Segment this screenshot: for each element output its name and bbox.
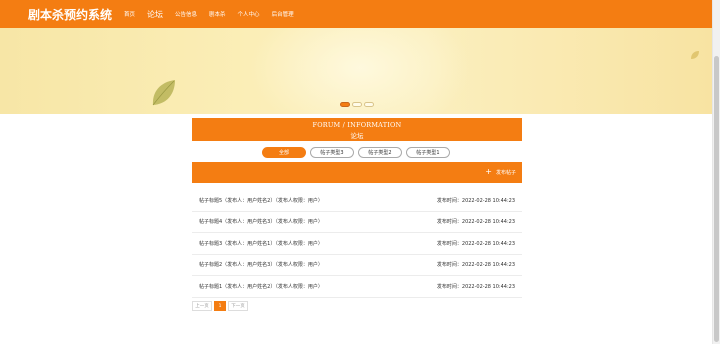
nav-forum[interactable]: 论坛 [141, 9, 169, 20]
section-header: FORUM / INFORMATION 论坛 [192, 118, 522, 141]
post-title[interactable]: 帖子标题5（发布人：用户姓名2）（发布人权限：用户） [199, 197, 323, 204]
site-brand[interactable]: 剧本杀预约系统 [28, 6, 112, 23]
post-title[interactable]: 帖子标题3（发布人：用户姓名1）（发布人权限：用户） [199, 240, 323, 247]
post-row[interactable]: 帖子标题3（发布人：用户姓名1）（发布人权限：用户） 发布时间：2022-02-… [192, 233, 522, 255]
carousel-dot-1[interactable] [340, 102, 350, 107]
post-title[interactable]: 帖子标题2（发布人：用户姓名3）（发布人权限：用户） [199, 261, 323, 268]
publish-post-button[interactable]: + 发布帖子 [485, 168, 516, 176]
top-navbar: 剧本杀预约系统 首页 论坛 公告信息 剧本杀 个人中心 后台管理 [0, 0, 712, 28]
nav-admin[interactable]: 后台管理 [266, 10, 300, 18]
post-time: 发布时间：2022-02-28 10:44:23 [436, 240, 515, 247]
section-title-cn: 论坛 [350, 132, 364, 140]
next-page-button[interactable]: 下一页 [228, 301, 248, 311]
page-1-button[interactable]: 1 [214, 301, 226, 311]
nav-home[interactable]: 首页 [118, 10, 141, 18]
post-row[interactable]: 帖子标题5（发布人：用户姓名2）（发布人权限：用户） 发布时间：2022-02-… [192, 190, 522, 212]
tab-type-1[interactable]: 帖子类型1 [406, 147, 450, 158]
page: 剧本杀预约系统 首页 论坛 公告信息 剧本杀 个人中心 后台管理 FORUM /… [0, 0, 720, 344]
scrollbar-thumb[interactable] [714, 56, 719, 342]
section-title-en: FORUM / INFORMATION [312, 121, 402, 129]
post-time: 发布时间：2022-02-28 10:44:23 [436, 219, 515, 226]
main-nav: 首页 论坛 公告信息 剧本杀 个人中心 后台管理 [118, 0, 300, 28]
nav-profile[interactable]: 个人中心 [232, 10, 266, 18]
post-time: 发布时间：2022-02-28 10:44:23 [436, 262, 515, 269]
tab-all[interactable]: 全部 [262, 147, 306, 158]
tab-type-3[interactable]: 帖子类型3 [310, 147, 354, 158]
nav-scripts[interactable]: 剧本杀 [203, 10, 232, 18]
small-leaf-decoration-icon [691, 51, 699, 59]
plus-icon: + [485, 167, 492, 176]
post-type-tabs: 全部 帖子类型3 帖子类型2 帖子类型1 [262, 147, 450, 158]
pagination: 上一页 1 下一页 [192, 301, 248, 311]
prev-page-button[interactable]: 上一页 [192, 301, 212, 311]
post-title[interactable]: 帖子标题1（发布人：用户姓名2）（发布人权限：用户） [199, 283, 323, 290]
nav-announcements[interactable]: 公告信息 [169, 10, 203, 18]
post-time: 发布时间：2022-02-28 10:44:23 [436, 283, 515, 290]
post-row[interactable]: 帖子标题4（发布人：用户姓名3）（发布人权限：用户） 发布时间：2022-02-… [192, 212, 522, 233]
post-title[interactable]: 帖子标题4（发布人：用户姓名3）（发布人权限：用户） [199, 218, 323, 225]
carousel-dot-2[interactable] [352, 102, 362, 107]
vertical-scrollbar[interactable] [712, 0, 720, 344]
leaf-decoration-icon [152, 80, 175, 106]
post-action-bar: + 发布帖子 [192, 162, 522, 183]
post-row[interactable]: 帖子标题1（发布人：用户姓名2）（发布人权限：用户） 发布时间：2022-02-… [192, 276, 522, 298]
publish-post-label: 发布帖子 [495, 169, 516, 176]
carousel-dot-3[interactable] [364, 102, 374, 107]
tab-type-2[interactable]: 帖子类型2 [358, 147, 402, 158]
post-list: 帖子标题5（发布人：用户姓名2）（发布人权限：用户） 发布时间：2022-02-… [192, 190, 522, 298]
post-row[interactable]: 帖子标题2（发布人：用户姓名3）（发布人权限：用户） 发布时间：2022-02-… [192, 255, 522, 276]
carousel-indicators-overlay [340, 102, 374, 107]
post-time: 发布时间：2022-02-28 10:44:23 [436, 197, 515, 204]
